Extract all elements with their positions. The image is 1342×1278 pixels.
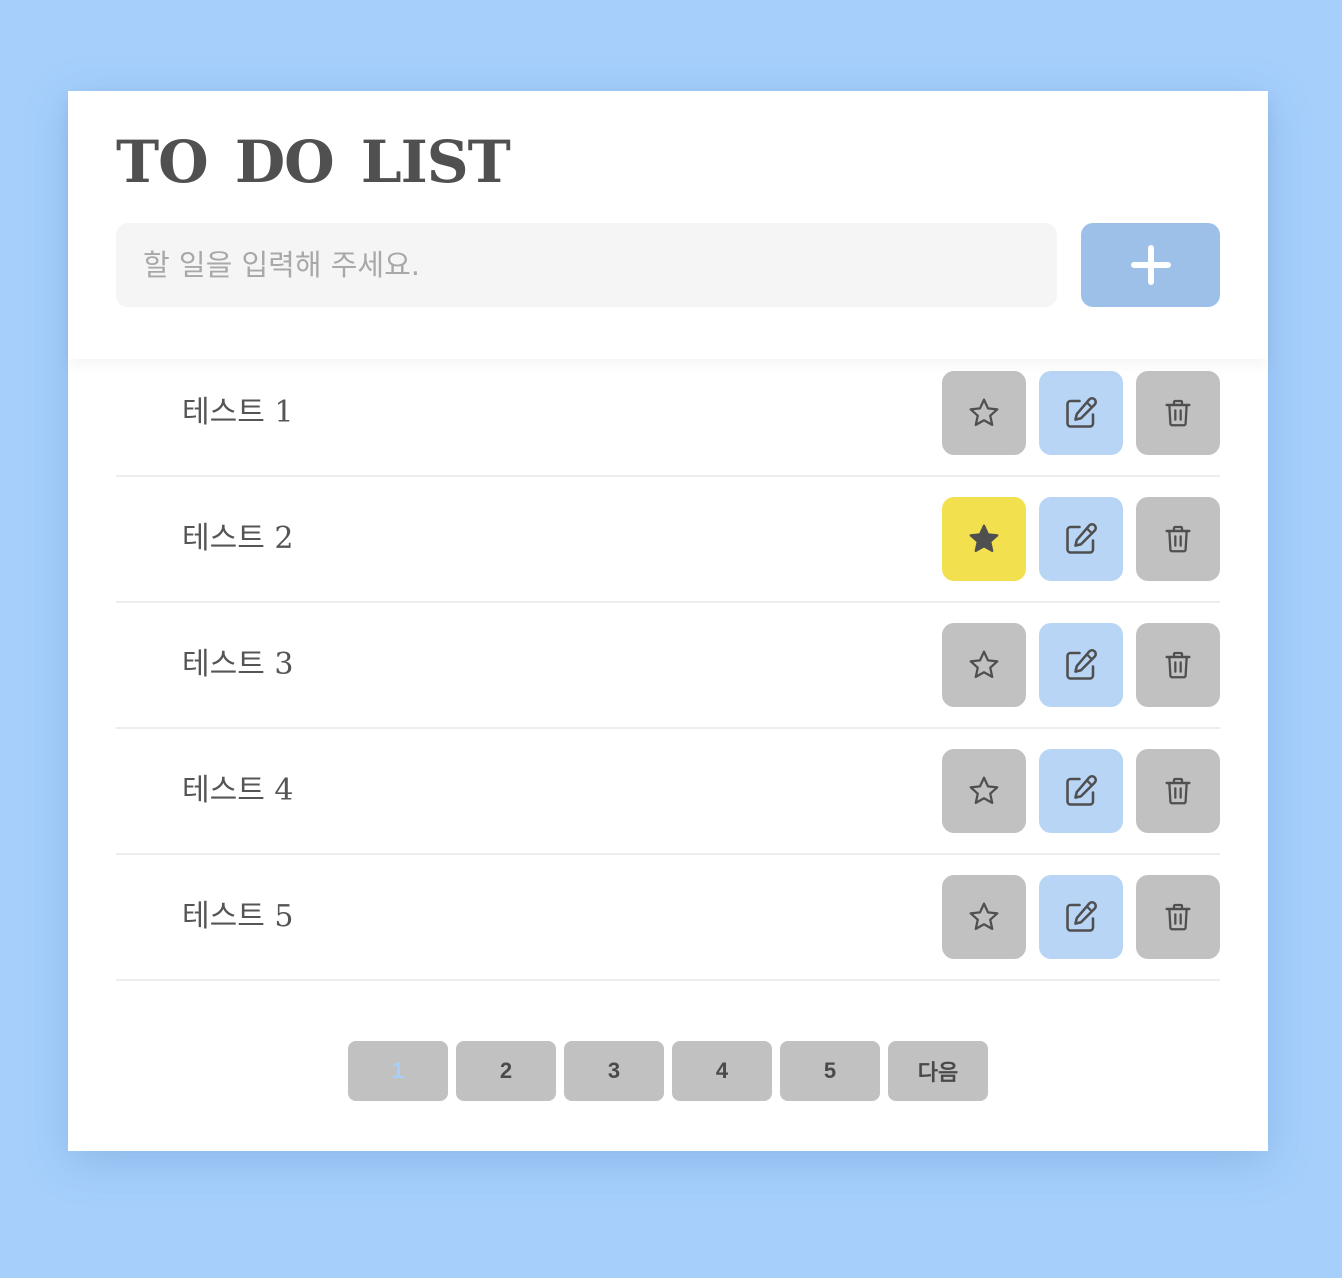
todo-list: 테스트 1 테스트 2 테스트 3 테스트 4 테스트 5 bbox=[116, 359, 1220, 981]
trash-icon bbox=[1165, 525, 1191, 553]
trash-icon bbox=[1165, 651, 1191, 679]
page-button-3[interactable]: 3 bbox=[564, 1041, 664, 1101]
delete-button[interactable] bbox=[1136, 623, 1220, 707]
todo-item: 테스트 2 bbox=[116, 477, 1220, 603]
star-icon bbox=[969, 902, 999, 931]
edit-icon bbox=[1066, 523, 1097, 554]
page-button-4[interactable]: 4 bbox=[672, 1041, 772, 1101]
delete-button[interactable] bbox=[1136, 371, 1220, 455]
header: TO DO LIST bbox=[68, 91, 1268, 359]
todo-item: 테스트 5 bbox=[116, 855, 1220, 981]
edit-icon bbox=[1066, 775, 1097, 806]
plus-icon bbox=[1130, 245, 1171, 285]
edit-button[interactable] bbox=[1039, 497, 1123, 581]
trash-icon bbox=[1165, 903, 1191, 931]
favorite-button[interactable] bbox=[942, 371, 1026, 455]
todo-text: 테스트 1 bbox=[182, 395, 294, 430]
todo-item: 테스트 1 bbox=[116, 359, 1220, 477]
edit-button[interactable] bbox=[1039, 623, 1123, 707]
delete-button[interactable] bbox=[1136, 875, 1220, 959]
todo-actions bbox=[942, 497, 1220, 581]
trash-icon bbox=[1165, 399, 1191, 427]
pagination: 1 2 3 4 5 다음 bbox=[348, 1041, 988, 1101]
delete-button[interactable] bbox=[1136, 749, 1220, 833]
todo-text: 테스트 3 bbox=[182, 647, 294, 682]
todo-actions bbox=[942, 875, 1220, 959]
todo-actions bbox=[942, 623, 1220, 707]
favorite-button[interactable] bbox=[942, 749, 1026, 833]
favorite-button[interactable] bbox=[942, 875, 1026, 959]
page-button-1[interactable]: 1 bbox=[348, 1041, 448, 1101]
next-page-button[interactable]: 다음 bbox=[888, 1041, 988, 1101]
add-todo-button[interactable] bbox=[1081, 223, 1220, 307]
todo-item: 테스트 3 bbox=[116, 603, 1220, 729]
edit-icon bbox=[1066, 901, 1097, 932]
trash-icon bbox=[1165, 777, 1191, 805]
todo-text: 테스트 5 bbox=[182, 899, 294, 934]
star-icon bbox=[969, 398, 999, 427]
todo-text: 테스트 4 bbox=[182, 773, 294, 808]
todo-item: 테스트 4 bbox=[116, 729, 1220, 855]
star-icon bbox=[969, 650, 999, 679]
todo-actions bbox=[942, 371, 1220, 455]
app-title: TO DO LIST bbox=[116, 128, 511, 196]
edit-icon bbox=[1066, 649, 1097, 680]
todo-card: TO DO LIST 테스트 1 bbox=[68, 91, 1268, 1151]
edit-button[interactable] bbox=[1039, 371, 1123, 455]
star-icon bbox=[969, 524, 999, 553]
edit-button[interactable] bbox=[1039, 749, 1123, 833]
edit-icon bbox=[1066, 397, 1097, 428]
favorite-button[interactable] bbox=[942, 497, 1026, 581]
page-button-5[interactable]: 5 bbox=[780, 1041, 880, 1101]
todo-text: 테스트 2 bbox=[182, 521, 294, 556]
edit-button[interactable] bbox=[1039, 875, 1123, 959]
favorite-button[interactable] bbox=[942, 623, 1026, 707]
delete-button[interactable] bbox=[1136, 497, 1220, 581]
page-button-2[interactable]: 2 bbox=[456, 1041, 556, 1101]
todo-input[interactable] bbox=[116, 223, 1057, 307]
star-icon bbox=[969, 776, 999, 805]
todo-actions bbox=[942, 749, 1220, 833]
